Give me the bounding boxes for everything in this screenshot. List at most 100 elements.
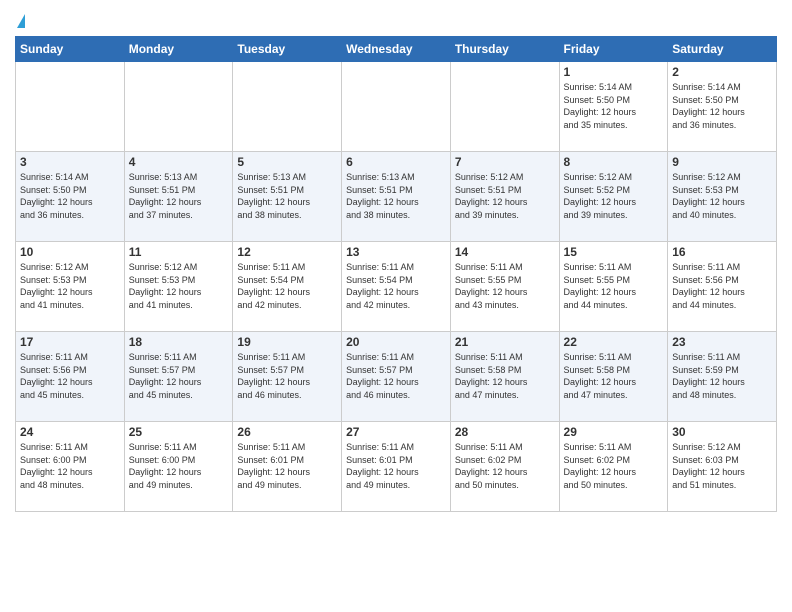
day-info: Sunrise: 5:11 AMSunset: 6:02 PMDaylight:…: [455, 441, 555, 491]
day-number: 11: [129, 245, 229, 259]
day-number: 16: [672, 245, 772, 259]
week-row-1: 3Sunrise: 5:14 AMSunset: 5:50 PMDaylight…: [16, 152, 777, 242]
day-number: 4: [129, 155, 229, 169]
weekday-header-saturday: Saturday: [668, 37, 777, 62]
day-info: Sunrise: 5:13 AMSunset: 5:51 PMDaylight:…: [346, 171, 446, 221]
calendar-cell: 22 Sunrise: 5:11 AMSunset: 5:58 PMDayligh…: [559, 332, 668, 422]
day-number: 18: [129, 335, 229, 349]
weekday-header-thursday: Thursday: [450, 37, 559, 62]
calendar-page: SundayMondayTuesdayWednesdayThursdayFrid…: [0, 0, 792, 612]
calendar-cell: 17 Sunrise: 5:11 AMSunset: 5:56 PMDayligh…: [16, 332, 125, 422]
logo: [15, 14, 25, 30]
day-number: 9: [672, 155, 772, 169]
calendar-cell: 2Sunrise: 5:14 AMSunset: 5:50 PMDaylight…: [668, 62, 777, 152]
calendar-cell: [16, 62, 125, 152]
day-number: 23: [672, 335, 772, 349]
day-number: 12: [237, 245, 337, 259]
calendar-table: SundayMondayTuesdayWednesdayThursdayFrid…: [15, 36, 777, 512]
day-number: 25: [129, 425, 229, 439]
calendar-cell: 7 Sunrise: 5:12 AMSunset: 5:51 PMDaylight…: [450, 152, 559, 242]
day-number: 2: [672, 65, 772, 79]
day-info: Sunrise: 5:12 AMSunset: 5:53 PMDaylight:…: [129, 261, 229, 311]
calendar-cell: 13 Sunrise: 5:11 AMSunset: 5:54 PMDayligh…: [342, 242, 451, 332]
day-number: 22: [564, 335, 664, 349]
week-row-3: 17 Sunrise: 5:11 AMSunset: 5:56 PMDayligh…: [16, 332, 777, 422]
calendar-cell: 18 Sunrise: 5:11 AMSunset: 5:57 PMDayligh…: [124, 332, 233, 422]
calendar-cell: 30Sunrise: 5:12 AMSunset: 6:03 PMDayligh…: [668, 422, 777, 512]
calendar-cell: [124, 62, 233, 152]
week-row-4: 24 Sunrise: 5:11 AMSunset: 6:00 PMDayligh…: [16, 422, 777, 512]
day-info: Sunrise: 5:12 AMSunset: 5:51 PMDaylight:…: [455, 171, 555, 221]
day-number: 1: [564, 65, 664, 79]
calendar-cell: 14 Sunrise: 5:11 AMSunset: 5:55 PMDayligh…: [450, 242, 559, 332]
day-info: Sunrise: 5:11 AMSunset: 5:58 PMDaylight:…: [455, 351, 555, 401]
day-number: 20: [346, 335, 446, 349]
day-info: Sunrise: 5:12 AMSunset: 5:53 PMDaylight:…: [20, 261, 120, 311]
day-number: 6: [346, 155, 446, 169]
day-number: 17: [20, 335, 120, 349]
header: [15, 10, 777, 30]
calendar-cell: 21 Sunrise: 5:11 AMSunset: 5:58 PMDayligh…: [450, 332, 559, 422]
calendar-cell: 4 Sunrise: 5:13 AMSunset: 5:51 PMDaylight…: [124, 152, 233, 242]
calendar-cell: 8 Sunrise: 5:12 AMSunset: 5:52 PMDaylight…: [559, 152, 668, 242]
day-info: Sunrise: 5:11 AMSunset: 5:59 PMDaylight:…: [672, 351, 772, 401]
calendar-cell: 5 Sunrise: 5:13 AMSunset: 5:51 PMDaylight…: [233, 152, 342, 242]
calendar-cell: [233, 62, 342, 152]
calendar-cell: 11 Sunrise: 5:12 AMSunset: 5:53 PMDayligh…: [124, 242, 233, 332]
calendar-cell: 24 Sunrise: 5:11 AMSunset: 6:00 PMDayligh…: [16, 422, 125, 512]
calendar-cell: 29Sunrise: 5:11 AMSunset: 6:02 PMDayligh…: [559, 422, 668, 512]
day-info: Sunrise: 5:14 AMSunset: 5:50 PMDaylight:…: [564, 81, 664, 131]
day-info: Sunrise: 5:11 AMSunset: 6:00 PMDaylight:…: [20, 441, 120, 491]
day-info: Sunrise: 5:11 AMSunset: 6:01 PMDaylight:…: [346, 441, 446, 491]
weekday-header-tuesday: Tuesday: [233, 37, 342, 62]
day-info: Sunrise: 5:11 AMSunset: 6:01 PMDaylight:…: [237, 441, 337, 491]
day-info: Sunrise: 5:11 AMSunset: 5:56 PMDaylight:…: [20, 351, 120, 401]
weekday-header-friday: Friday: [559, 37, 668, 62]
calendar-cell: 19Sunrise: 5:11 AMSunset: 5:57 PMDayligh…: [233, 332, 342, 422]
calendar-cell: 27 Sunrise: 5:11 AMSunset: 6:01 PMDayligh…: [342, 422, 451, 512]
day-number: 28: [455, 425, 555, 439]
calendar-cell: [450, 62, 559, 152]
day-info: Sunrise: 5:11 AMSunset: 5:57 PMDaylight:…: [129, 351, 229, 401]
day-info: Sunrise: 5:11 AMSunset: 5:54 PMDaylight:…: [346, 261, 446, 311]
calendar-cell: 26 Sunrise: 5:11 AMSunset: 6:01 PMDayligh…: [233, 422, 342, 512]
day-number: 5: [237, 155, 337, 169]
calendar-cell: 23 Sunrise: 5:11 AMSunset: 5:59 PMDayligh…: [668, 332, 777, 422]
logo-icon: [17, 14, 25, 28]
day-info: Sunrise: 5:13 AMSunset: 5:51 PMDaylight:…: [237, 171, 337, 221]
calendar-cell: 1 Sunrise: 5:14 AMSunset: 5:50 PMDaylight…: [559, 62, 668, 152]
calendar-cell: 15Sunrise: 5:11 AMSunset: 5:55 PMDayligh…: [559, 242, 668, 332]
day-info: Sunrise: 5:12 AMSunset: 6:03 PMDaylight:…: [672, 441, 772, 491]
day-number: 14: [455, 245, 555, 259]
week-row-2: 10 Sunrise: 5:12 AMSunset: 5:53 PMDayligh…: [16, 242, 777, 332]
day-info: Sunrise: 5:13 AMSunset: 5:51 PMDaylight:…: [129, 171, 229, 221]
day-number: 19: [237, 335, 337, 349]
week-row-0: 1 Sunrise: 5:14 AMSunset: 5:50 PMDaylight…: [16, 62, 777, 152]
day-number: 27: [346, 425, 446, 439]
day-info: Sunrise: 5:11 AMSunset: 6:00 PMDaylight:…: [129, 441, 229, 491]
weekday-header-sunday: Sunday: [16, 37, 125, 62]
calendar-cell: 3Sunrise: 5:14 AMSunset: 5:50 PMDaylight…: [16, 152, 125, 242]
day-number: 15: [564, 245, 664, 259]
day-info: Sunrise: 5:11 AMSunset: 5:55 PMDaylight:…: [455, 261, 555, 311]
calendar-cell: 12 Sunrise: 5:11 AMSunset: 5:54 PMDayligh…: [233, 242, 342, 332]
day-info: Sunrise: 5:11 AMSunset: 5:56 PMDaylight:…: [672, 261, 772, 311]
day-info: Sunrise: 5:11 AMSunset: 5:58 PMDaylight:…: [564, 351, 664, 401]
calendar-cell: [342, 62, 451, 152]
day-info: Sunrise: 5:12 AMSunset: 5:52 PMDaylight:…: [564, 171, 664, 221]
day-info: Sunrise: 5:11 AMSunset: 5:54 PMDaylight:…: [237, 261, 337, 311]
weekday-header-wednesday: Wednesday: [342, 37, 451, 62]
calendar-cell: 20Sunrise: 5:11 AMSunset: 5:57 PMDayligh…: [342, 332, 451, 422]
day-number: 26: [237, 425, 337, 439]
calendar-cell: 6 Sunrise: 5:13 AMSunset: 5:51 PMDaylight…: [342, 152, 451, 242]
calendar-cell: 9 Sunrise: 5:12 AMSunset: 5:53 PMDaylight…: [668, 152, 777, 242]
day-info: Sunrise: 5:12 AMSunset: 5:53 PMDaylight:…: [672, 171, 772, 221]
weekday-header-row: SundayMondayTuesdayWednesdayThursdayFrid…: [16, 37, 777, 62]
calendar-cell: 28 Sunrise: 5:11 AMSunset: 6:02 PMDayligh…: [450, 422, 559, 512]
day-number: 13: [346, 245, 446, 259]
day-number: 8: [564, 155, 664, 169]
day-number: 21: [455, 335, 555, 349]
day-number: 7: [455, 155, 555, 169]
day-number: 24: [20, 425, 120, 439]
day-number: 10: [20, 245, 120, 259]
